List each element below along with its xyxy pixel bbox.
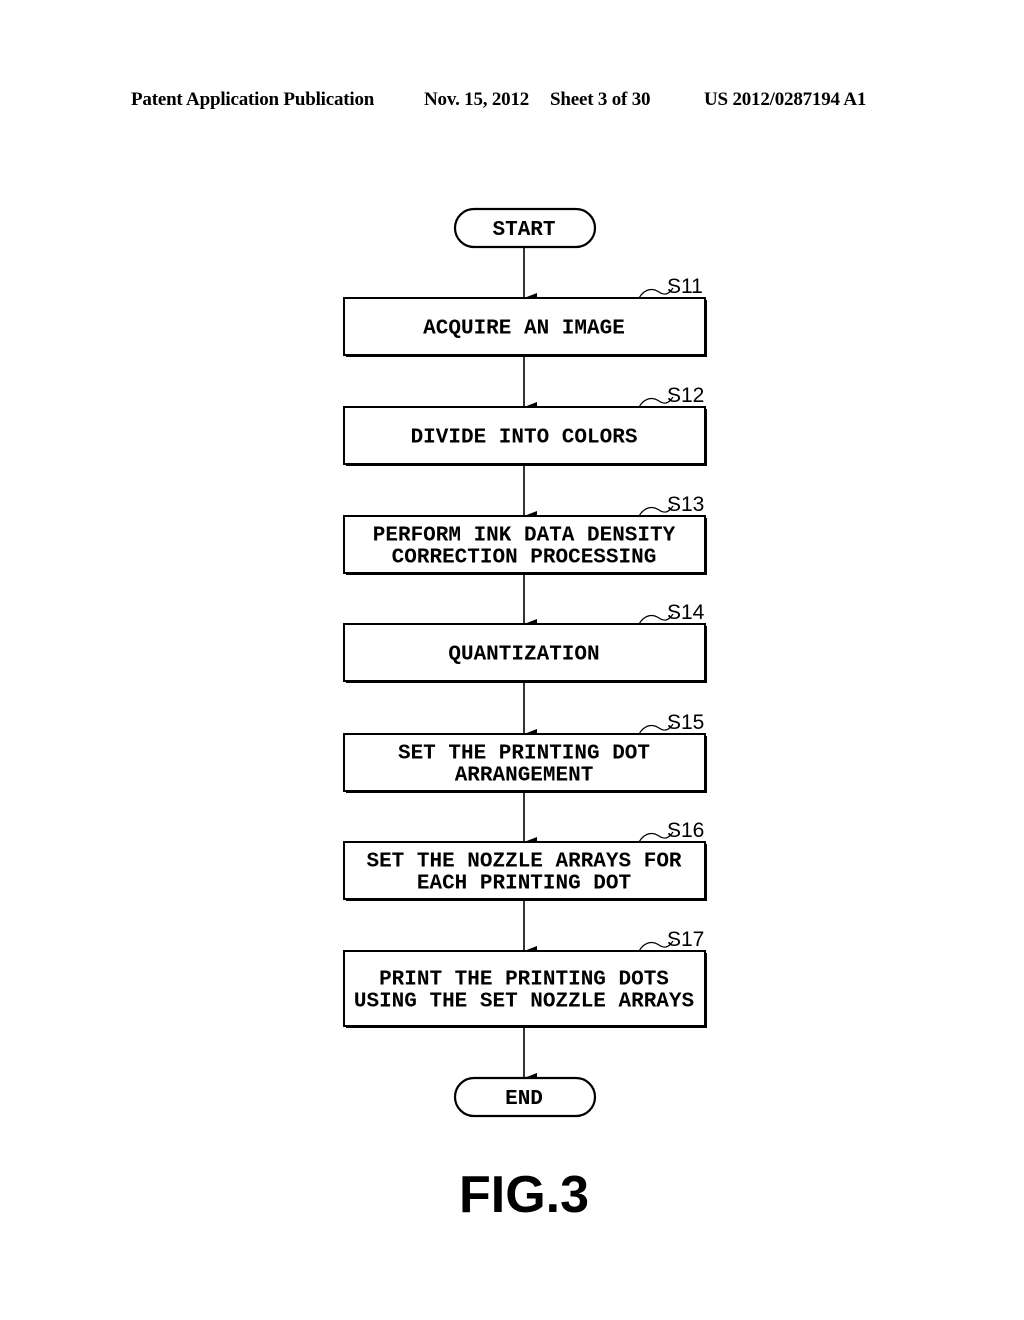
step-s16-text: SET THE NOZZLE ARRAYS FOR bbox=[366, 851, 681, 874]
step-s13-text: CORRECTION PROCESSING bbox=[392, 547, 657, 570]
step-s12-text: DIVIDE INTO COLORS bbox=[411, 427, 638, 450]
step-s17-label: S17 bbox=[667, 928, 704, 951]
step-s16-text: EACH PRINTING DOT bbox=[417, 873, 631, 896]
step-s14-label: S14 bbox=[667, 601, 705, 624]
step-s16-label: S16 bbox=[667, 819, 704, 842]
step-s15-text: ARRANGEMENT bbox=[455, 765, 594, 788]
flowchart: START ACQUIRE AN IMAGE S11 DIVIDE INTO COLO… bbox=[343, 207, 707, 1224]
step-s12-label: S12 bbox=[667, 384, 704, 407]
step-s17-text: PRINT THE PRINTING DOTS bbox=[379, 969, 669, 992]
end-terminal-text: END bbox=[505, 1088, 543, 1111]
step-s11-text: ACQUIRE AN IMAGE bbox=[423, 318, 625, 341]
step-s17-text: USING THE SET NOZZLE ARRAYS bbox=[354, 991, 694, 1014]
step-s15-text: SET THE PRINTING DOT bbox=[398, 743, 650, 766]
figure-label: FIG.3 bbox=[459, 1166, 589, 1224]
step-s14-text: QUANTIZATION bbox=[448, 644, 599, 667]
step-s13-label: S13 bbox=[667, 493, 704, 516]
step-s13-text: PERFORM INK DATA DENSITY bbox=[373, 525, 676, 548]
step-s15-label: S15 bbox=[667, 711, 704, 734]
step-s11-label: S11 bbox=[667, 275, 703, 298]
start-terminal-text: START bbox=[492, 219, 555, 242]
